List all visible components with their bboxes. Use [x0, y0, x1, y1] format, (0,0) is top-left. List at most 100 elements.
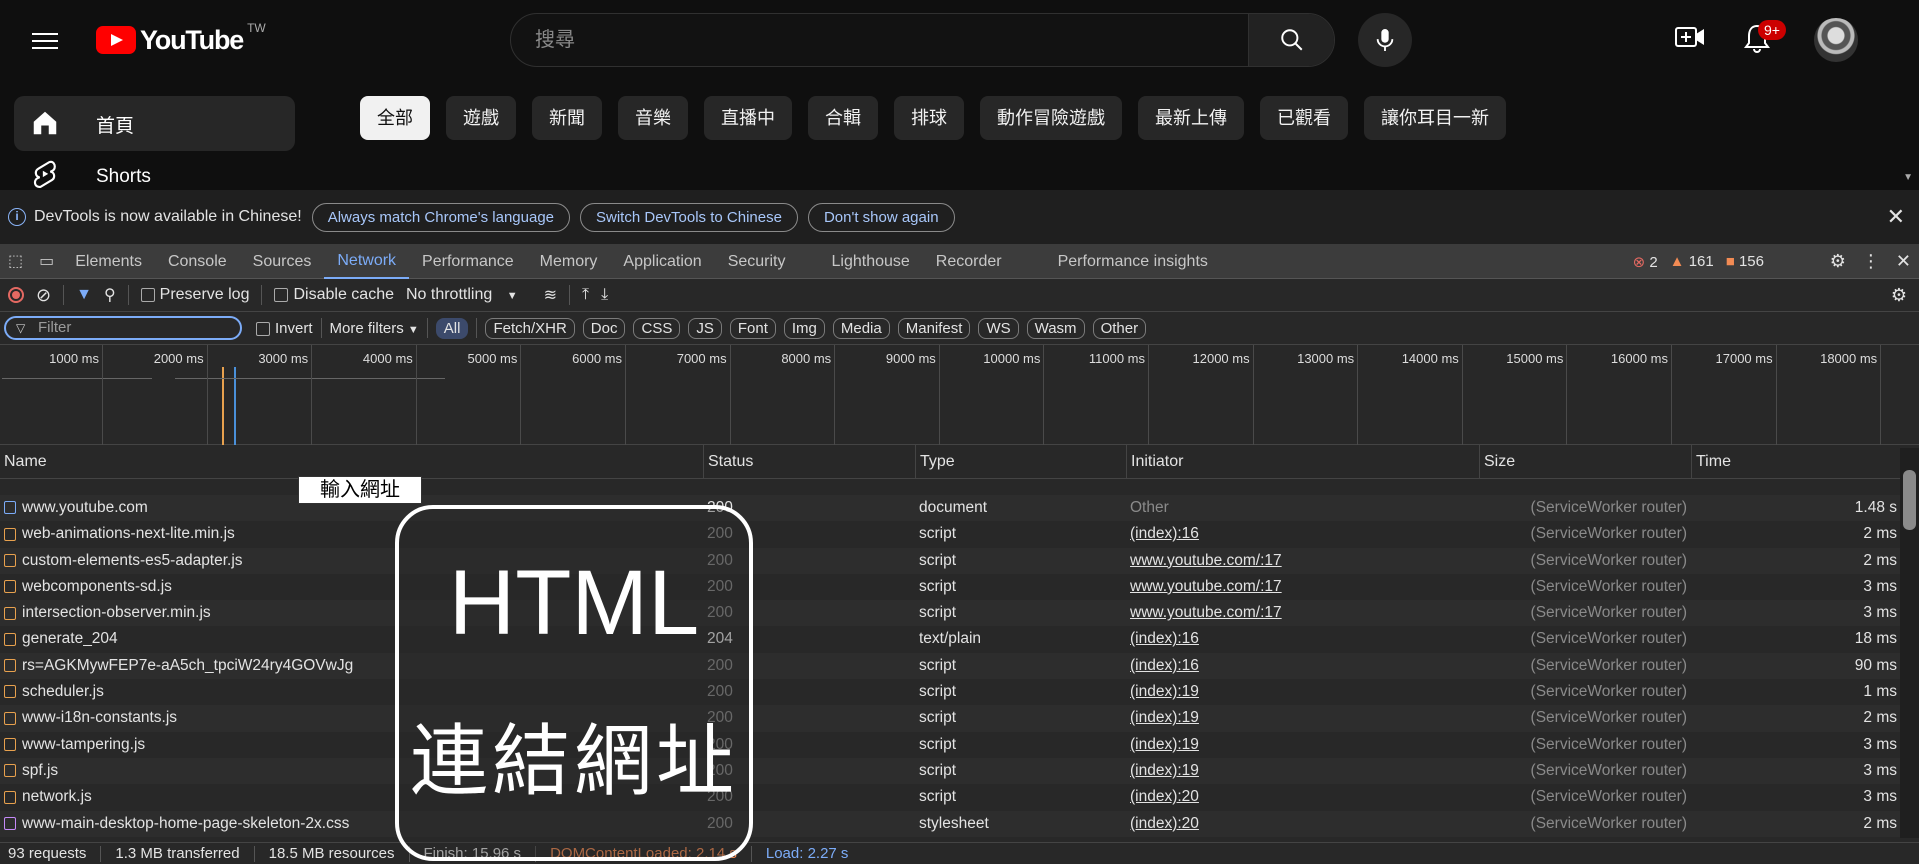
- table-row[interactable]: www-main-desktop-home-page-skeleton-2x.c…: [0, 810, 1900, 837]
- clear-icon[interactable]: ⊘: [36, 285, 51, 306]
- table-row[interactable]: www-tampering.js 200 script (index):19 (Serv…: [0, 732, 1900, 758]
- export-har-icon[interactable]: ⤓: [601, 286, 608, 304]
- chip[interactable]: 音樂: [618, 96, 688, 140]
- column-initiator[interactable]: Initiator: [1126, 444, 1479, 479]
- scroll-down-arrow-icon[interactable]: ▼: [1903, 172, 1913, 183]
- cell-initiator[interactable]: (index):16: [1126, 521, 1479, 547]
- dont-show-again-button[interactable]: Don't show again: [807, 202, 955, 232]
- filter-type[interactable]: WS: [978, 317, 1019, 339]
- youtube-logo[interactable]: YouTube TW: [96, 21, 266, 55]
- filter-type[interactable]: Doc: [582, 317, 626, 339]
- chip[interactable]: 遊戲: [446, 96, 516, 140]
- table-row[interactable]: www-i18n-constants.js 200 script (index):19…: [0, 705, 1900, 732]
- chip[interactable]: 排球: [894, 96, 964, 140]
- tab-recorder[interactable]: Recorder: [923, 245, 1015, 279]
- cell-initiator[interactable]: www.youtube.com/:17: [1126, 574, 1479, 600]
- create-video-icon[interactable]: [1674, 22, 1706, 57]
- sidebar-item-home[interactable]: 首頁: [14, 96, 295, 151]
- table-row[interactable]: webcomponents-sd.js 200 script www.youtube.…: [0, 574, 1900, 600]
- close-devtools-icon[interactable]: ✕: [1896, 251, 1911, 272]
- device-toolbar-icon[interactable]: ▭: [31, 245, 62, 279]
- network-settings-gear-icon[interactable]: ⚙: [1891, 285, 1907, 306]
- voice-search-button[interactable]: [1358, 13, 1412, 67]
- scrollbar-thumb[interactable]: [1903, 470, 1916, 530]
- filter-funnel-icon[interactable]: ▼: [76, 286, 92, 304]
- more-options-icon[interactable]: ⋮: [1862, 251, 1880, 272]
- tab-security[interactable]: Security: [715, 245, 799, 279]
- cell-initiator[interactable]: (index):20: [1126, 784, 1479, 810]
- tab-performance[interactable]: Performance: [409, 245, 527, 279]
- chip[interactable]: 新聞: [532, 96, 602, 140]
- chip-all[interactable]: 全部: [360, 96, 430, 140]
- filter-input[interactable]: Filter: [4, 316, 242, 340]
- tab-sources[interactable]: Sources: [240, 245, 325, 279]
- filter-type[interactable]: Media: [832, 317, 890, 339]
- table-row[interactable]: network.js 200 script (index):20 (ServiceWor…: [0, 784, 1900, 810]
- filter-type[interactable]: Font: [729, 317, 776, 339]
- chip[interactable]: 最新上傳: [1138, 96, 1244, 140]
- tab-performance-insights[interactable]: Performance insights: [1045, 245, 1221, 279]
- column-size[interactable]: Size: [1479, 444, 1691, 479]
- table-row[interactable]: scheduler.js 200 script (index):19 (ServiceW…: [0, 679, 1900, 705]
- search-box[interactable]: 搜尋: [510, 13, 1335, 67]
- cell-initiator[interactable]: www.youtube.com/:17: [1126, 600, 1479, 626]
- sidebar-item-shorts[interactable]: Shorts: [14, 152, 295, 192]
- tab-console[interactable]: Console: [155, 245, 240, 279]
- cell-initiator[interactable]: (index):19: [1126, 705, 1479, 731]
- filter-type[interactable]: Img: [783, 317, 825, 339]
- match-language-button[interactable]: Always match Chrome's language: [311, 202, 571, 232]
- search-button[interactable]: [1248, 14, 1334, 66]
- table-row[interactable]: custom-elements-es5-adapter.js 200 script w…: [0, 547, 1900, 574]
- close-icon[interactable]: ✕: [1887, 204, 1905, 230]
- tab-memory[interactable]: Memory: [527, 245, 611, 279]
- cell-initiator[interactable]: (index):19: [1126, 679, 1479, 705]
- table-row[interactable]: rs=AGKMywFEP7e-aA5ch_tpciW24ry4GOVwJg 200…: [0, 652, 1900, 680]
- preserve-log-checkbox[interactable]: Preserve log: [140, 286, 249, 304]
- record-icon[interactable]: [8, 287, 24, 303]
- column-type[interactable]: Type: [915, 444, 1126, 479]
- more-filters-dropdown[interactable]: More filters ▼: [330, 320, 419, 337]
- network-overview-timeline[interactable]: 1000 ms 2000 ms 3000 ms 4000 ms 5000 ms 6000 …: [0, 345, 1919, 445]
- table-row[interactable]: web-animations-next-lite.min.js 200 script…: [0, 521, 1900, 547]
- tab-application[interactable]: Application: [610, 245, 714, 279]
- filter-type[interactable]: CSS: [633, 317, 681, 339]
- tab-network[interactable]: Network: [324, 245, 410, 279]
- disable-cache-checkbox[interactable]: Disable cache: [274, 286, 394, 304]
- checkbox-box[interactable]: [256, 321, 270, 336]
- chip[interactable]: 讓你耳目一新: [1364, 96, 1506, 140]
- issue-counts[interactable]: ⊗ 2 ▲ 161 ■ 156: [1633, 253, 1764, 271]
- avatar[interactable]: [1814, 18, 1858, 62]
- table-row[interactable]: www.youtube.com 200 document Other (ServiceW…: [0, 495, 1900, 522]
- tab-lighthouse[interactable]: Lighthouse: [819, 245, 923, 279]
- switch-to-chinese-button[interactable]: Switch DevTools to Chinese: [580, 202, 798, 232]
- filter-type[interactable]: Manifest: [897, 317, 971, 339]
- chip[interactable]: 合輯: [808, 96, 878, 140]
- filter-type[interactable]: Fetch/XHR: [485, 317, 575, 339]
- column-time[interactable]: Time: [1691, 444, 1901, 479]
- table-row[interactable]: spf.js 200 script (index):19 (ServiceWorker …: [0, 757, 1900, 785]
- filter-type[interactable]: JS: [688, 317, 722, 339]
- inspect-element-icon[interactable]: ⬚: [0, 245, 31, 279]
- cell-initiator[interactable]: (index):19: [1126, 758, 1479, 784]
- table-row[interactable]: generate_204 204 text/plain (index):16 (Serv…: [0, 626, 1900, 652]
- error-count[interactable]: ⊗ 2: [1633, 253, 1658, 271]
- filter-type-all[interactable]: All: [435, 317, 469, 339]
- issue-count[interactable]: ■ 156: [1726, 253, 1764, 271]
- column-name[interactable]: Name: [0, 445, 703, 479]
- network-conditions-icon[interactable]: ≋: [544, 285, 557, 305]
- tab-elements[interactable]: Elements: [62, 245, 155, 279]
- cell-initiator[interactable]: (index):19: [1126, 732, 1479, 758]
- chip[interactable]: 已觀看: [1260, 96, 1348, 140]
- cell-initiator[interactable]: (index):16: [1126, 653, 1479, 679]
- cell-initiator[interactable]: (index):16: [1126, 626, 1479, 652]
- import-har-icon[interactable]: ⤒: [582, 286, 589, 304]
- cell-initiator[interactable]: www.youtube.com/:17: [1126, 548, 1479, 574]
- warning-count[interactable]: ▲ 161: [1670, 253, 1714, 271]
- invert-checkbox[interactable]: Invert: [256, 320, 313, 337]
- checkbox-box[interactable]: [140, 287, 155, 302]
- settings-gear-icon[interactable]: ⚙: [1830, 251, 1846, 272]
- search-icon[interactable]: ⚲: [104, 285, 116, 305]
- filter-type[interactable]: Other: [1092, 317, 1147, 339]
- column-status[interactable]: Status: [703, 444, 915, 479]
- filter-type[interactable]: Wasm: [1026, 317, 1085, 339]
